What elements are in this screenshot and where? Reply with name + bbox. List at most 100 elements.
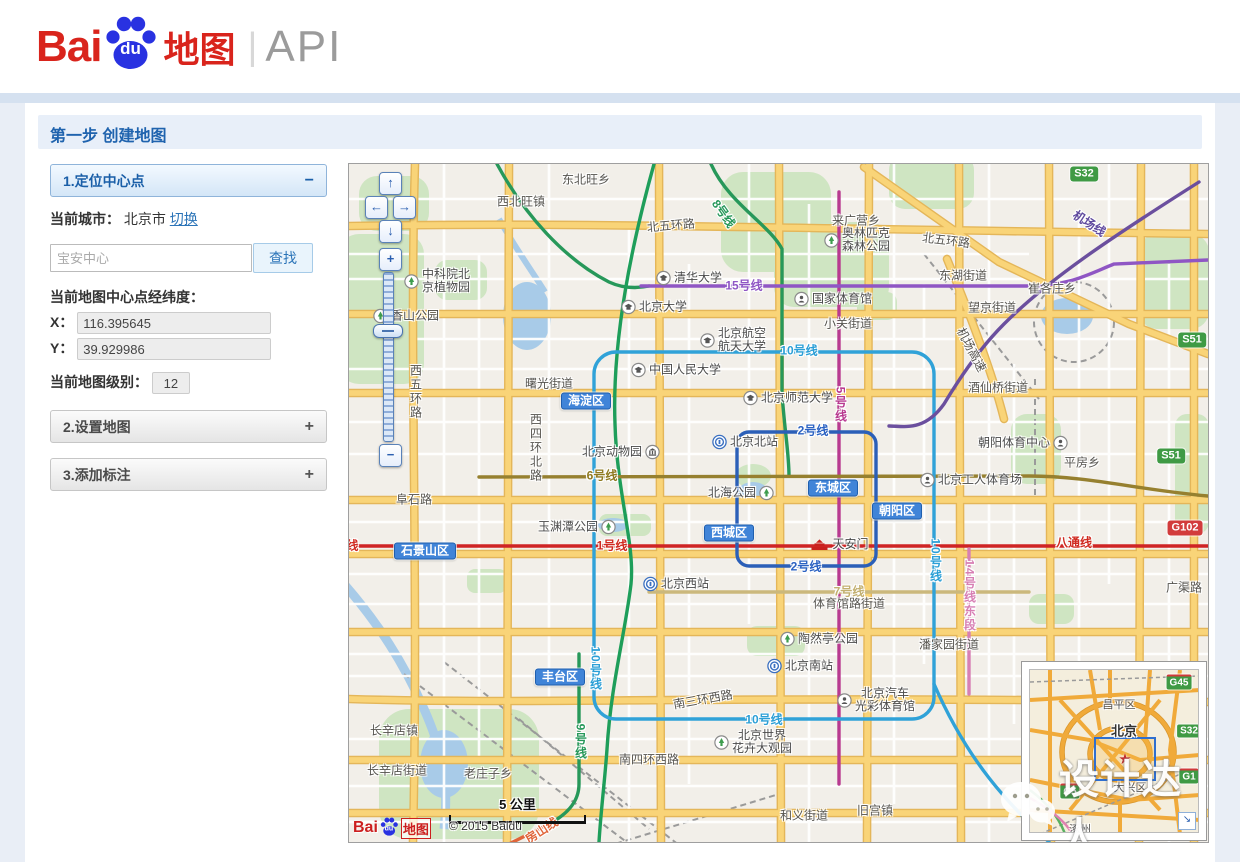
label-text: 平房乡 [1064,457,1100,470]
park-icon [601,520,616,535]
map-level-field[interactable] [152,372,190,394]
collapse-icon[interactable]: − [305,172,314,190]
expand-icon[interactable]: + [305,418,314,436]
label-text: 南四环西路 [619,754,679,767]
park-icon [714,735,729,750]
label-text: 八通线 [1056,537,1092,550]
subway-line-label: 14号线东段 [963,559,976,632]
park-icon [780,632,795,647]
panel-add-marker-header[interactable]: 3.添加标注 + [50,458,327,491]
label-text: 北京动物园 [582,446,642,459]
poi-label: 北京工人体育场 [920,473,1022,488]
expand-icon[interactable]: + [305,466,314,484]
poi-label: 玉渊潭公园 [538,520,616,535]
label-text: 长辛店街道 [367,765,427,778]
poi-label: 北京北站 [712,435,778,450]
subway-line-label: 6号线 [587,470,618,483]
label-text: 小关街道 [824,318,872,331]
panel3-title: 3.添加标注 [63,465,131,485]
zoom-slider[interactable] [383,272,394,442]
subway-line-label: 15号线 [725,280,762,293]
poi-label: 北京师范大学 [743,391,833,406]
map-level-label: 当前地图级别： [50,374,148,390]
label-text: 北京北站 [730,436,778,449]
label-text: 1号线 [348,540,358,553]
place-label: 长辛店镇 [370,725,418,738]
label-text: 中国人民大学 [649,364,721,377]
label-text: 1号线 [597,540,628,553]
zoom-slider-handle[interactable] [373,324,403,338]
district-badge: 丰台区 [535,669,585,686]
y-coordinate-field[interactable] [77,338,271,360]
label-text: 北京汽车 光彩体育馆 [855,687,915,713]
place-label: 潘家园街道 [919,639,979,652]
label-text: 朝阳体育中心 [978,437,1050,450]
search-input[interactable] [50,244,252,272]
label-text: 西北旺镇 [497,196,545,209]
univ-icon [656,271,671,286]
map-canvas[interactable]: ↑ ← → ↓ + − 5 公里 © 2015 Baidu Bai du [348,163,1209,843]
district-badge: 海淀区 [561,393,611,410]
place-label: 酒仙桥街道 [968,382,1028,395]
label-text: 酒仙桥街道 [968,382,1028,395]
pan-right-button[interactable]: → [393,196,416,219]
label-text: 国家体育馆 [812,293,872,306]
label-text: 西城区 [711,527,747,540]
zoom-in-button[interactable]: + [379,248,402,271]
road-shield: S51 [1157,449,1185,464]
label-text: S32 [1074,167,1094,182]
label-text: 14号线东段 [963,559,976,632]
label-text: S51 [1161,449,1181,464]
label-text: 东城区 [815,482,851,495]
poi-label: 北京世界 花卉大观园 [714,729,792,755]
logo-divider: | [248,26,258,69]
panel-set-map-header[interactable]: 2.设置地图 + [50,410,327,443]
y-label: Y： [50,340,73,356]
stadium-icon [1053,436,1068,451]
park-icon [759,486,774,501]
label-text: 玉渊潭公园 [538,521,598,534]
map-logo-du: du [385,825,394,832]
pan-left-button[interactable]: ← [365,196,388,219]
poi-label: 中国人民大学 [631,363,721,378]
map-logo-bai: Bai [353,819,378,837]
panel2-title: 2.设置地图 [63,417,131,437]
wechat-icon [997,775,1059,836]
label-text: 北海公园 [708,487,756,500]
label-text: 旧宫镇 [857,805,893,818]
subway-line-label: 2号线 [798,425,829,438]
logo-bai-text: Bai [36,22,101,72]
switch-city-link[interactable]: 切换 [170,211,198,227]
label-text: G102 [1172,521,1199,536]
pan-down-button[interactable]: ↓ [379,220,402,243]
logo-api-text: API [265,22,342,72]
place-label: 东北旺乡 [562,174,610,187]
poi-label: 北京汽车 光彩体育馆 [837,687,915,713]
x-coordinate-field[interactable] [77,312,271,334]
museum-icon [645,445,660,460]
watermark-text: 设计达人 [1059,747,1209,843]
label-text: 崔各庄乡 [1028,283,1076,296]
find-button[interactable]: 查找 [253,243,313,273]
road-shield: S32 [1070,167,1098,182]
label-text: 朝阳区 [879,505,915,518]
label-text: 10号线 [745,714,782,727]
label-text: 北京世界 花卉大观园 [732,729,792,755]
poi-label: 北海公园 [708,486,774,501]
panel-locate-center-header[interactable]: 1.定位中心点 − [50,164,327,197]
subway-line-label: 10号线 [780,345,817,358]
logo-du-text: du [120,39,141,59]
zoom-out-button[interactable]: − [379,444,402,467]
subway-line-label: 10号线 [745,714,782,727]
poi-label: 北京南站 [767,659,833,674]
label-text: 清华大学 [674,272,722,285]
subway-line-label: 7号线 [834,586,865,599]
subway-line-label: 10号线 [589,646,602,691]
poi-label: 国家体育馆 [794,292,872,307]
map-logo-ditu: 地图 [401,818,431,839]
label-text: 陶然亭公园 [798,633,858,646]
place-label: 体育馆路街道 [813,598,885,611]
pan-up-button[interactable]: ↑ [379,172,402,195]
road-shield: S32 [1177,725,1199,738]
label-text: 天安门 [832,538,868,551]
